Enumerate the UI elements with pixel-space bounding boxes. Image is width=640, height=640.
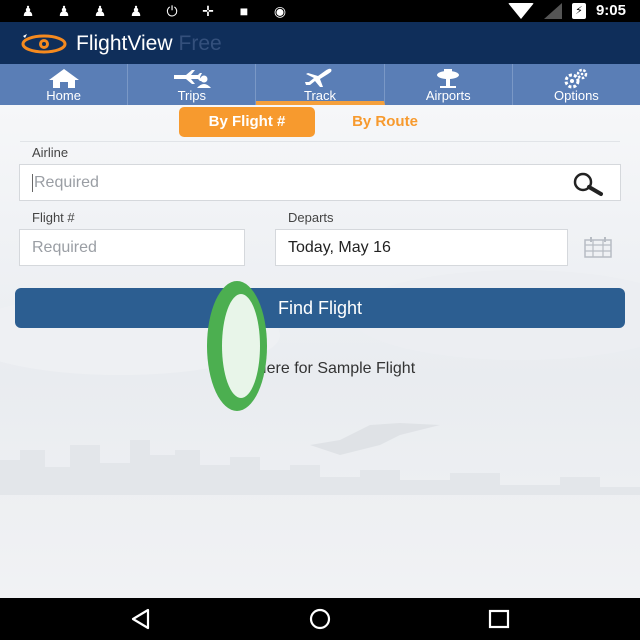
app-edition: Free: [178, 32, 222, 55]
status-time: 9:05: [595, 2, 626, 19]
tab-track-label: Track: [303, 88, 337, 103]
calendar-icon[interactable]: [583, 237, 613, 259]
back-icon[interactable]: [128, 607, 154, 631]
touch-indicator: [207, 281, 267, 411]
main-nav: Home Trips Track Airports Options: [0, 64, 640, 105]
chess-pawn-icon: ♟: [57, 3, 71, 19]
tab-airports[interactable]: Airports: [385, 64, 513, 105]
tab-options[interactable]: Options: [513, 64, 640, 105]
tab-home[interactable]: Home: [0, 64, 129, 105]
tab-trips-label: Trips: [177, 88, 206, 103]
battery-charging-icon: ⚡: [571, 2, 586, 19]
sample-flight-link[interactable]: Tap Here for Sample Flight: [0, 360, 640, 378]
airport-icon: [437, 69, 460, 88]
app-header: FlightView Free: [0, 22, 640, 64]
tab-track[interactable]: Track: [256, 64, 385, 105]
system-nav-bar: [0, 598, 640, 640]
app-name: FlightView: [76, 32, 173, 55]
track-content: By Flight # By Route Airline Required Fl…: [0, 105, 640, 598]
text-caret: [32, 173, 33, 192]
home-circle-icon[interactable]: [307, 607, 333, 631]
wifi-icon: [507, 2, 534, 19]
search-icon[interactable]: [568, 171, 608, 197]
chess-pawn-icon: ♟: [129, 3, 143, 19]
eye-logo-icon: [21, 34, 67, 54]
status-bar: ♟ ♟ ♟ ♟ ⏻ ✛ ■ ◉ ⚡ 9:05: [0, 0, 640, 22]
airline-input[interactable]: Required: [19, 164, 621, 201]
tab-options-label: Options: [554, 88, 599, 103]
find-flight-button[interactable]: Find Flight: [15, 288, 625, 328]
flight-number-input[interactable]: Required: [19, 229, 245, 266]
airline-label: Airline: [32, 145, 69, 160]
lock-icon: ■: [239, 3, 249, 19]
trips-icon: [173, 70, 211, 88]
home-icon: [48, 69, 79, 88]
departs-label: Departs: [288, 210, 334, 225]
power-icon: ⏻: [166, 3, 178, 19]
recents-icon[interactable]: [486, 607, 512, 631]
flight-number-label: Flight #: [32, 210, 75, 225]
app-title: FlightView Free: [76, 32, 222, 56]
departs-date-field[interactable]: Today, May 16: [275, 229, 568, 266]
android-icon: ◉: [273, 3, 287, 19]
gears-icon: [564, 68, 588, 89]
signal-icon: [543, 2, 562, 19]
notification-icons: ♟ ♟ ♟ ♟ ⏻ ✛ ■ ◉: [18, 3, 290, 19]
airline-placeholder: Required: [34, 174, 99, 191]
chess-pawn-icon: ♟: [93, 3, 107, 19]
tab-home-label: Home: [46, 88, 81, 103]
tab-airports-label: Airports: [425, 88, 471, 103]
tab-trips[interactable]: Trips: [128, 64, 257, 105]
by-route-toggle[interactable]: By Route: [320, 107, 450, 137]
chess-pawn-icon: ♟: [21, 3, 35, 19]
satellite-off-icon: ✛: [202, 3, 214, 19]
segment-divider: [20, 141, 620, 142]
by-flight-toggle[interactable]: By Flight #: [179, 107, 315, 137]
plane-icon: [305, 68, 332, 87]
